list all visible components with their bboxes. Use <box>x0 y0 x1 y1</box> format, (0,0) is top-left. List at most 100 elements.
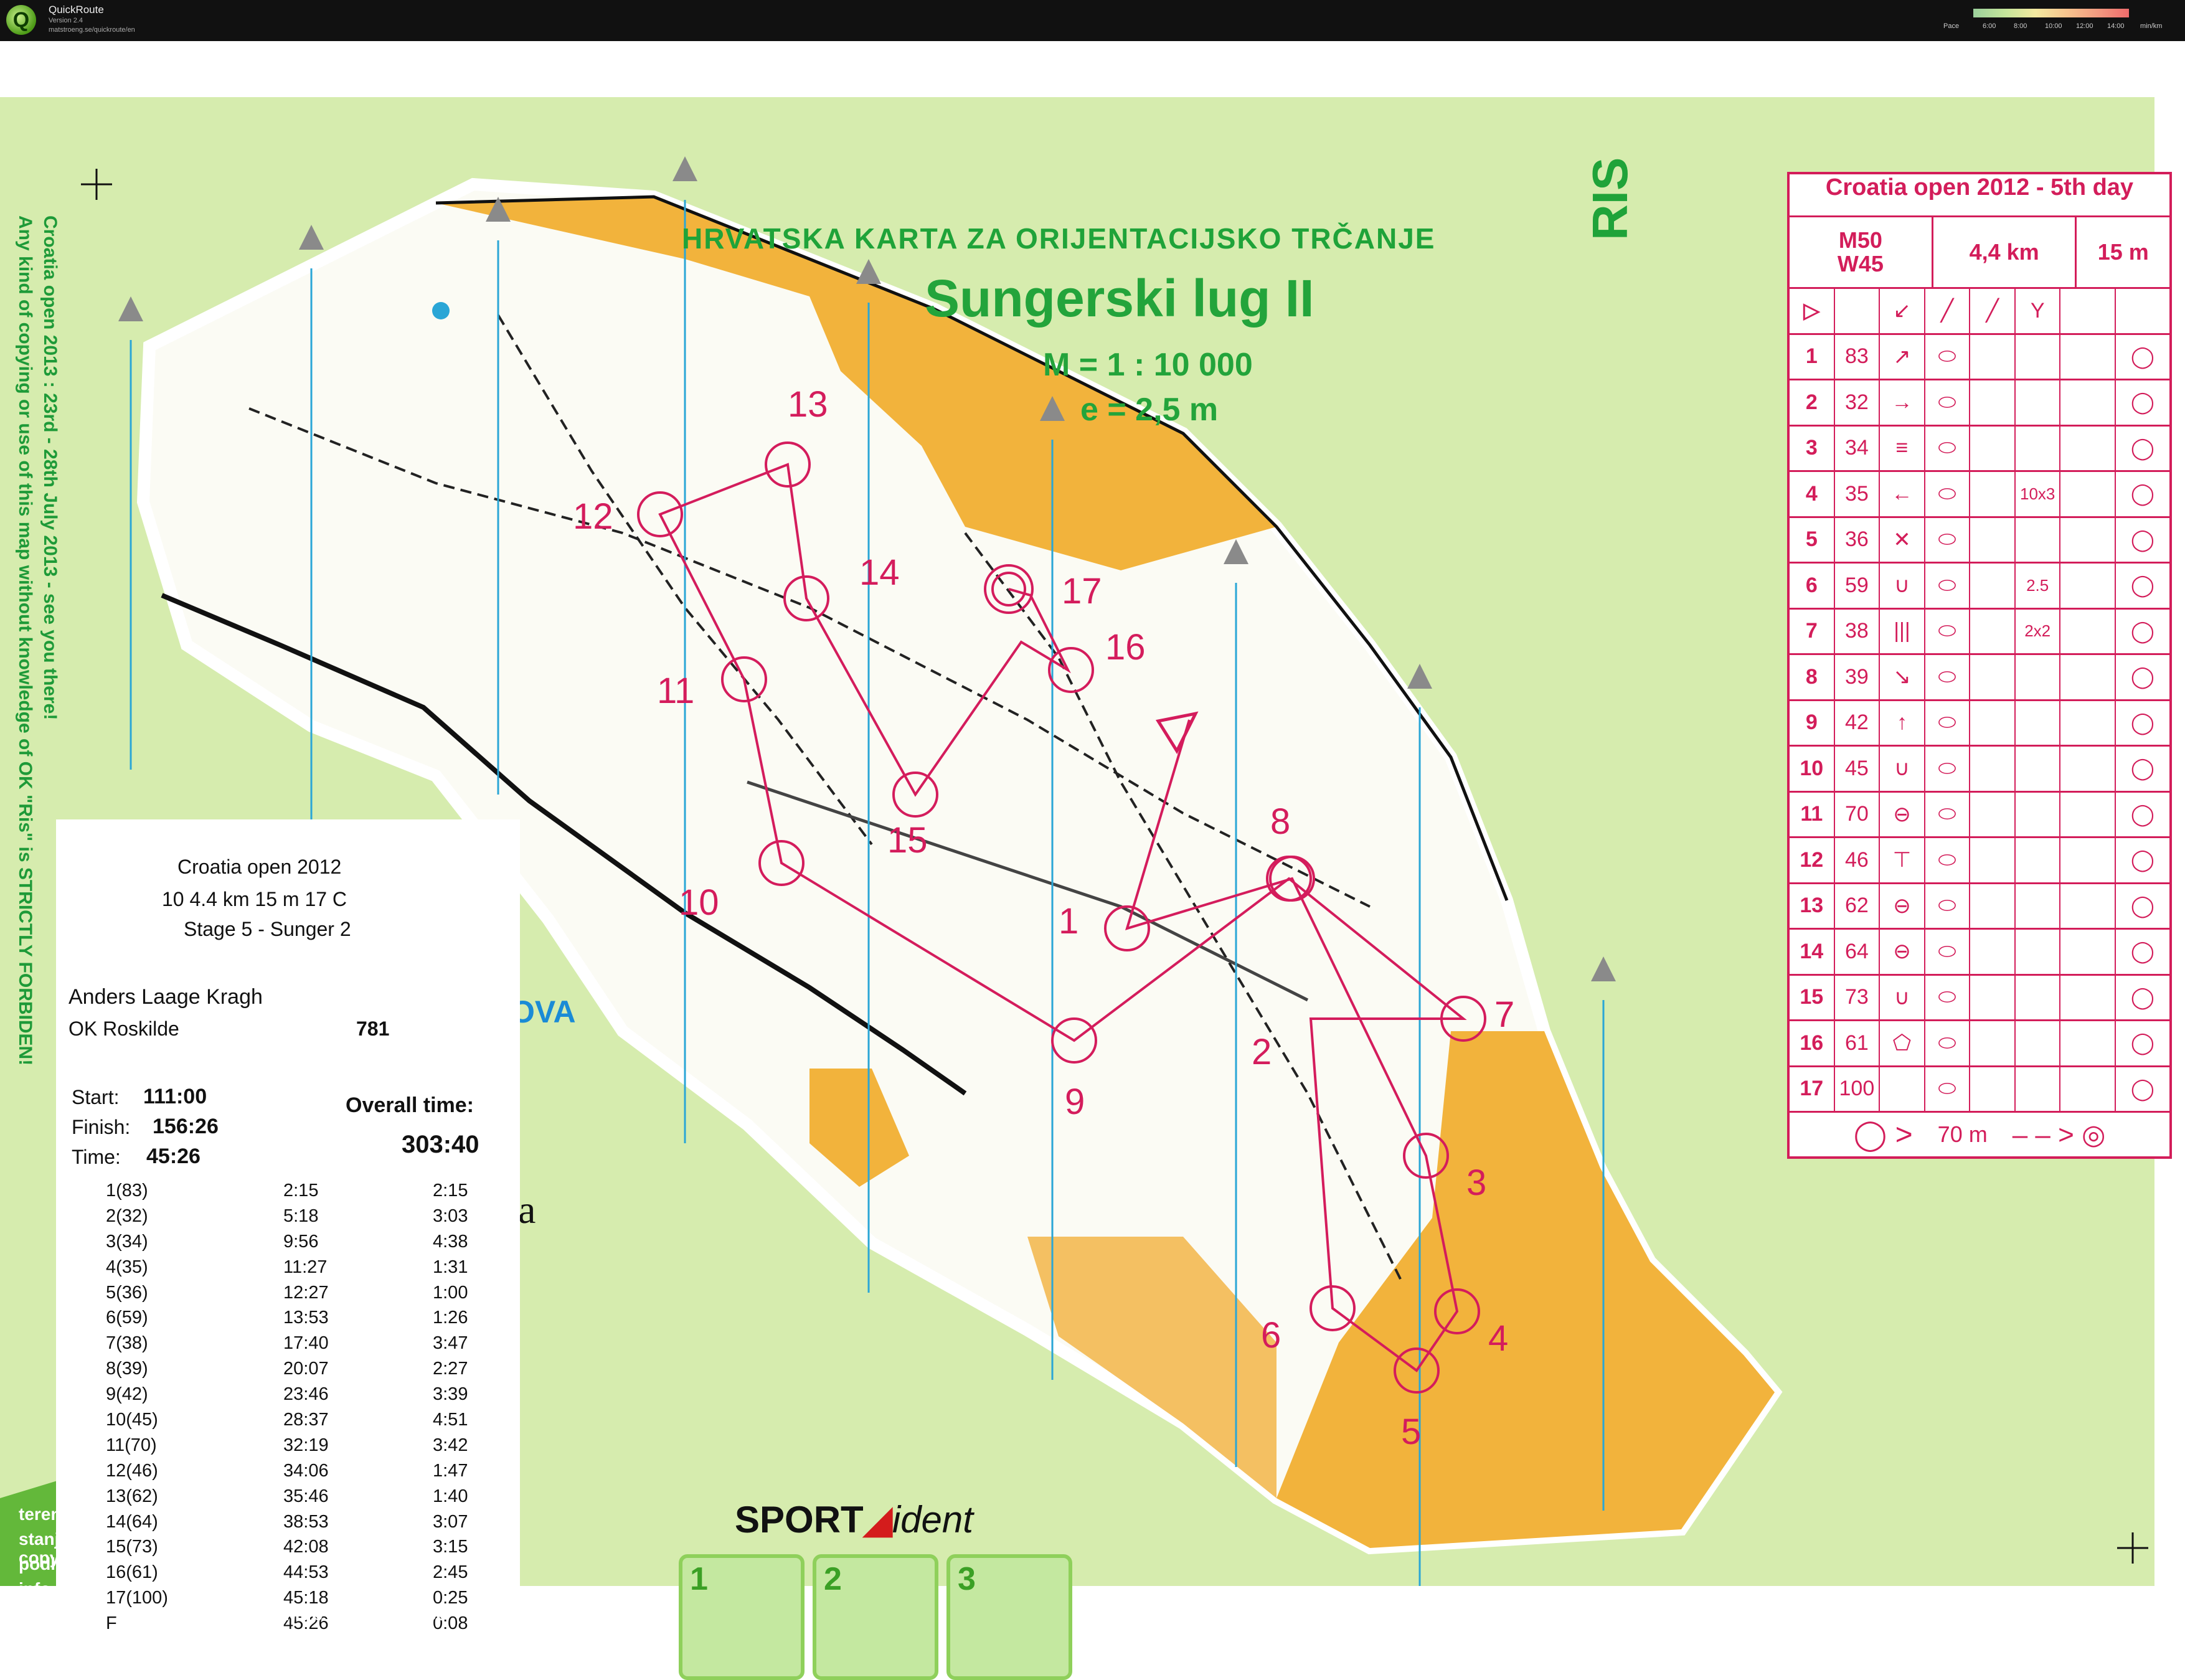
pace-legend[interactable]: Pace 6:00 8:00 10:00 12:00 14:00 min/km <box>1917 6 2166 34</box>
cd-symbol-icon <box>1880 1067 1925 1111</box>
pace-gradient-bar[interactable] <box>1973 9 2129 17</box>
cd-location-icon <box>2060 930 2116 974</box>
control-number: 6 <box>1261 1315 1281 1356</box>
split-control: 2(32) <box>106 1206 148 1226</box>
cd-dimension <box>2016 930 2061 974</box>
split-leg: 3:42 <box>433 1435 468 1455</box>
split-control: 5(36) <box>106 1282 148 1303</box>
cd-control-number: 13 <box>1790 884 1835 928</box>
control-number: 5 <box>1401 1412 1422 1452</box>
side-notice: Croatia open 2013 : 23rd - 28th July 201… <box>12 215 62 1149</box>
map-canvas[interactable]: HRVATSKA KARTA ZA ORIJENTACIJSKO TRČANJE… <box>0 41 2185 1680</box>
cd-feature-icon: ⬭ <box>1925 472 1971 516</box>
cd-row: 5 36 ✕ ⬭ ◯ <box>1790 517 2169 564</box>
cd-location-icon: ◯ <box>2130 482 2154 506</box>
cd-row: 14 64 ⊖ ⬭ ◯ <box>1790 930 2169 976</box>
split-row: 4(35) 11:27 1:31 <box>56 1257 520 1283</box>
cd-feature-icon: ⬭ <box>1925 930 1971 974</box>
cd-feature-icon: ⬭ <box>1925 1021 1971 1065</box>
app-url[interactable]: matstroeng.se/quickroute/en <box>49 26 135 34</box>
cd-location-icon: ◯ <box>2130 436 2154 460</box>
cd-appearance-icon <box>1970 930 2016 974</box>
split-cumulative: 12:27 <box>283 1282 329 1303</box>
split-title: Croatia open 2012 <box>177 856 342 878</box>
cd-row: 4 35 ← ⬭ 10x3 ◯ <box>1790 472 2169 518</box>
split-leg: 1:40 <box>433 1486 468 1506</box>
side-notice-line: Any kind of copying or use of this map w… <box>15 215 35 1066</box>
cd-row: 9 42 ↑ ⬭ ◯ <box>1790 701 2169 747</box>
contour-interval: e = 2,5 m <box>1080 392 1219 428</box>
cd-appearance-icon <box>1970 1021 2016 1065</box>
cd-control-number: 7 <box>1790 609 1835 653</box>
pace-tick: 6:00 <box>1983 22 1996 30</box>
cd-location-icon <box>2060 792 2116 836</box>
cd-row: 13 62 ⊖ ⬭ ◯ <box>1790 884 2169 930</box>
split-row: 9(42) 23:46 3:39 <box>56 1384 520 1410</box>
control-number: 8 <box>1270 801 1291 842</box>
cd-classes: M50 W45 <box>1790 217 1933 287</box>
split-cumulative: 35:46 <box>283 1486 329 1506</box>
cd-control-code: 46 <box>1835 838 1881 882</box>
runner-club: OK Roskilde <box>68 1017 179 1040</box>
title-bar: Q QuickRoute Version 2.4 matstroeng.se/q… <box>0 0 2185 41</box>
cd-control-code: 64 <box>1835 930 1881 974</box>
split-cumulative: 9:56 <box>283 1231 319 1252</box>
cd-symbol-icon: ≡ <box>1880 426 1925 470</box>
cd-dimension <box>2016 655 2061 699</box>
cd-class: M50 <box>1838 227 1882 253</box>
path-icon: ╱ <box>1970 289 2016 333</box>
cd-feature-icon: ⬭ <box>1925 838 1971 882</box>
cd-dimension <box>2016 747 2061 791</box>
cd-appearance-icon <box>1970 884 2016 928</box>
control-number: 16 <box>1105 627 1146 668</box>
cd-symbol-icon: ⊖ <box>1880 930 1925 974</box>
split-leg: 1:47 <box>433 1460 468 1481</box>
split-control: 16(61) <box>106 1562 158 1583</box>
cd-dimension <box>2016 1067 2061 1111</box>
cd-location-icon <box>2060 517 2116 562</box>
cd-control-number: 3 <box>1790 426 1835 470</box>
cd-row: 2 32 → ⬭ ◯ <box>1790 380 2169 427</box>
cd-row: 3 34 ≡ ⬭ ◯ <box>1790 426 2169 472</box>
split-leg: 2:15 <box>433 1181 468 1201</box>
cd-row: 8 39 ↘ ⬭ ◯ <box>1790 655 2169 701</box>
cd-appearance-icon <box>1970 655 2016 699</box>
cd-location-icon: ◯ <box>2130 573 2154 598</box>
cd-control-code: 42 <box>1835 701 1881 745</box>
cd-appearance-icon <box>1970 564 2016 608</box>
map-name: Sungerski lug II <box>925 269 1314 328</box>
cd-appearance-icon <box>1970 701 2016 745</box>
cd-feature-icon: ⬭ <box>1925 426 1971 470</box>
cd-feature-icon: ⬭ <box>1925 380 1971 425</box>
footer-text: stanj <box>19 1529 60 1549</box>
split-control: 11(70) <box>106 1435 157 1455</box>
cd-finish-row: ◯ > 70 m – – > ◎ <box>1790 1113 2169 1156</box>
cd-control-number: 8 <box>1790 655 1835 699</box>
cd-dimension <box>2016 838 2061 882</box>
sportident-flag-icon: ◢ <box>863 1499 892 1541</box>
split-row: 3(34) 9:56 4:38 <box>56 1232 520 1257</box>
cd-control-code: 62 <box>1835 884 1881 928</box>
wolf-badge: 1 <box>679 1554 805 1680</box>
cd-symbol-icon: ⊤ <box>1880 838 1925 882</box>
bear-badge: 3 <box>946 1554 1072 1680</box>
split-cumulative: 34:06 <box>283 1460 329 1481</box>
split-control: 14(64) <box>106 1511 158 1532</box>
cd-control-code: 39 <box>1835 655 1881 699</box>
footer-club: orijentacijski klub "Ris" Delnice <box>165 1604 446 1625</box>
cd-appearance-icon <box>1970 334 2016 379</box>
split-leg: 1:31 <box>433 1257 468 1277</box>
split-control: 17(100) <box>106 1588 168 1608</box>
cd-location-icon <box>2060 564 2116 608</box>
split-row: 6(59) 13:53 1:26 <box>56 1308 520 1333</box>
cd-location-icon: ◯ <box>2130 527 2154 552</box>
split-row: 8(39) 20:07 2:27 <box>56 1359 520 1384</box>
split-leg: 3:03 <box>433 1206 468 1226</box>
cd-appearance-icon <box>1970 380 2016 425</box>
control-number: 10 <box>679 882 719 923</box>
split-row: 10(45) 28:37 4:51 <box>56 1410 520 1435</box>
footer-text: info: <box>19 1579 57 1598</box>
cd-location-icon: ◯ <box>2130 985 2154 1009</box>
split-leg: 3:39 <box>433 1384 468 1405</box>
map-scale: M = 1 : 10 000 <box>1043 347 1253 383</box>
